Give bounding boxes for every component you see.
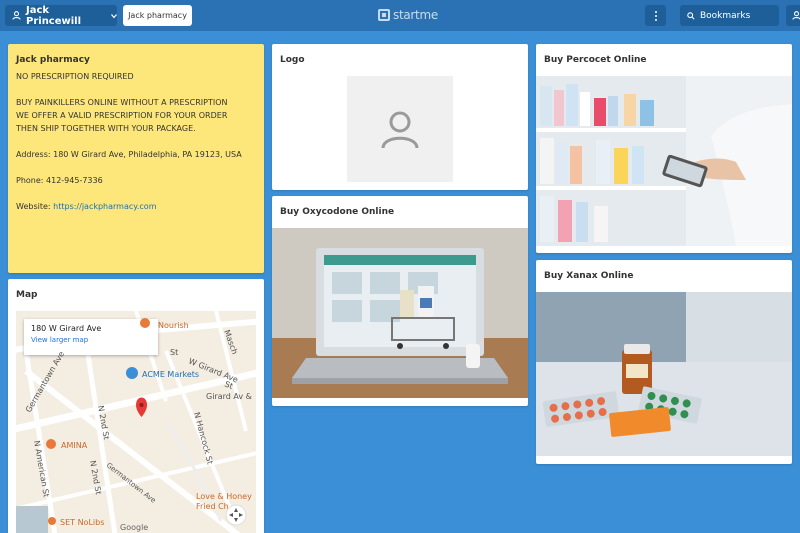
page-tab[interactable]: Jack pharmacy	[123, 5, 192, 26]
card-title: Jack pharmacy	[16, 55, 90, 65]
view-larger-map-link[interactable]: View larger map	[31, 336, 151, 344]
website-line: Website: https://jackpharmacy.com	[16, 200, 256, 213]
user-menu-button[interactable]: Jack Princewill	[5, 4, 117, 27]
popup-address: 180 W Girard Ave	[31, 324, 102, 333]
phone-text: Phone: 412-945-7336	[16, 176, 103, 185]
kebab-menu-icon	[654, 10, 657, 13]
search-icon	[687, 11, 695, 20]
top-bar: Jack Princewill Jack pharmacy startme Bo…	[0, 0, 800, 31]
logo-card: Logo	[272, 44, 528, 190]
kebab-menu-button[interactable]	[645, 5, 666, 26]
oxycodone-card[interactable]: Buy Oxycodone Online	[272, 196, 528, 406]
startme-logo-icon	[378, 9, 390, 21]
user-name: Jack Princewill	[26, 4, 82, 27]
info-line: WE OFFER A VALID PRESCRIPTION FOR YOUR O…	[16, 111, 228, 120]
profile-button[interactable]	[786, 5, 800, 26]
info-line: BUY PAINKILLERS ONLINE WITHOUT A PRESCRI…	[16, 98, 228, 107]
xanax-card[interactable]: Buy Xanax Online	[536, 260, 792, 464]
bookmarks-search[interactable]: Bookmarks	[680, 5, 779, 26]
pharmacy-info-card: Jack pharmacy NO PRESCRIPTION REQUIRED B…	[8, 44, 264, 273]
card-title: Logo	[280, 55, 305, 65]
map-popup: 180 W Girard Ave View larger map	[24, 319, 158, 355]
card-title: Buy Oxycodone Online	[280, 207, 395, 217]
placeholder-user-icon	[381, 111, 419, 149]
profile-icon	[791, 11, 800, 20]
card-title: Buy Xanax Online	[544, 271, 634, 281]
info-line: THEN SHIP TOGETHER WITH YOUR PACKAGE.	[16, 124, 196, 133]
map-card: Map 180 W Girard Ave View larger map Nou…	[8, 279, 264, 533]
laptop-cart-image	[272, 228, 528, 398]
chevron-down-icon	[111, 13, 117, 18]
pharmacy-shelves-image	[536, 76, 792, 246]
address-text: Address: 180 W Girard Ave, Philadelphia,…	[16, 150, 242, 159]
logo-placeholder	[347, 76, 453, 182]
card-title: Map	[16, 290, 38, 300]
brand-name: startme	[393, 8, 438, 22]
website-label: Website:	[16, 202, 54, 211]
brand-logo[interactable]: startme	[378, 8, 438, 22]
card-title: Buy Percocet Online	[544, 55, 647, 65]
website-link[interactable]: https://jackpharmacy.com	[53, 202, 156, 211]
search-placeholder: Bookmarks	[700, 10, 751, 21]
percocet-card[interactable]: Buy Percocet Online	[536, 44, 792, 253]
pills-blister-image	[536, 292, 792, 456]
info-line: NO PRESCRIPTION REQUIRED	[16, 72, 134, 81]
user-icon	[12, 11, 21, 20]
map-view[interactable]: 180 W Girard Ave View larger map Nourish…	[16, 311, 256, 533]
